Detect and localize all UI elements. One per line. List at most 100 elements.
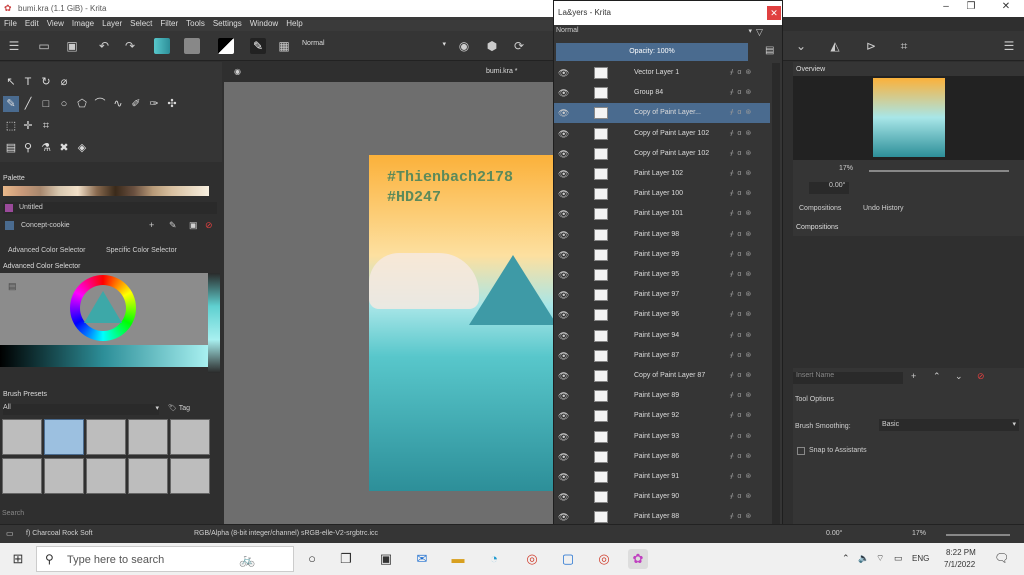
edit-icon[interactable]: ✎ — [169, 220, 177, 231]
brush-search-input[interactable]: Search — [2, 510, 220, 521]
visibility-icon[interactable]: 👁 — [558, 411, 569, 422]
layer-properties-icon[interactable]: ᚋ α ⊛ — [730, 371, 751, 379]
layers-scrollbar[interactable] — [772, 63, 780, 547]
reload-icon[interactable]: ⟳ — [511, 38, 527, 54]
grid-icon[interactable]: ▦ — [276, 38, 292, 54]
hamburger-icon[interactable]: ☰ — [6, 38, 22, 54]
tab-advanced-color-selector[interactable]: Advanced Color Selector — [8, 247, 85, 254]
visibility-icon[interactable]: 👁 — [558, 331, 569, 342]
move-up-icon[interactable]: ⌃ — [933, 371, 941, 382]
visibility-icon[interactable]: 👁 — [558, 68, 569, 79]
layer-row[interactable]: 👁 Paint Layer 100 ᚋ α ⊛ — [554, 184, 770, 204]
line-tool-icon[interactable]: ╱ — [20, 96, 36, 112]
save-palette-icon[interactable]: ▣ — [189, 220, 198, 231]
overview-rotation[interactable]: 0.00° — [809, 182, 849, 194]
brush-tool-icon[interactable]: ✎ — [3, 96, 19, 112]
layer-properties-icon[interactable]: ᚋ α ⊛ — [730, 391, 751, 399]
settings-icon[interactable]: ☰ — [1001, 38, 1017, 54]
settings-small-icon[interactable]: ▤ — [8, 281, 17, 292]
visibility-icon[interactable]: 👁 — [558, 108, 569, 119]
network-icon[interactable]: ⌔ — [876, 553, 884, 564]
clock-date[interactable]: 7/1/2022 — [944, 560, 975, 569]
brush-preset-7[interactable] — [44, 458, 84, 494]
mail-icon[interactable]: ✉ — [412, 549, 432, 569]
mirror-h-icon[interactable]: ◭ — [827, 38, 843, 54]
menu-window[interactable]: Window — [246, 17, 282, 30]
layer-row[interactable]: 👁 Group 84 ᚋ α ⊛ — [554, 83, 770, 103]
dynamic-brush-icon[interactable]: ✑ — [146, 96, 162, 112]
layer-row[interactable]: 👁 Paint Layer 91 ᚋ α ⊛ — [554, 467, 770, 487]
ellipse-tool-icon[interactable]: ○ — [56, 96, 72, 112]
layer-row[interactable]: 👁 Paint Layer 99 ᚋ α ⊛ — [554, 245, 770, 265]
visibility-icon[interactable]: 👁 — [558, 290, 569, 301]
redo-icon[interactable]: ↷ — [122, 38, 138, 54]
visibility-icon[interactable]: 👁 — [558, 310, 569, 321]
text-tool-icon[interactable]: T — [20, 74, 36, 90]
layer-properties-icon[interactable]: ᚋ α ⊛ — [730, 230, 751, 238]
layer-row[interactable]: 👁 Copy of Paint Layer... ᚋ α ⊛ — [554, 103, 770, 124]
chrome-2-icon[interactable]: ◎ — [594, 549, 614, 569]
layer-properties-icon[interactable]: ᚋ α ⊛ — [730, 492, 751, 500]
delete-composition-icon[interactable]: ⊘ — [977, 371, 985, 382]
menu-edit[interactable]: Edit — [21, 17, 43, 30]
visibility-icon[interactable]: 👁 — [558, 250, 569, 261]
layer-row[interactable]: 👁 Paint Layer 97 ᚋ α ⊛ — [554, 285, 770, 305]
brush-filter-select[interactable]: All ▾ — [3, 404, 159, 415]
visibility-icon[interactable]: 👁 — [558, 149, 569, 160]
shade-strip[interactable] — [0, 345, 208, 367]
layer-properties-icon[interactable]: ᚋ α ⊛ — [730, 129, 751, 137]
layer-properties-icon[interactable]: ᚋ α ⊛ — [730, 351, 751, 359]
visibility-icon[interactable]: 👁 — [558, 230, 569, 241]
brush-preset-9[interactable] — [128, 458, 168, 494]
menu-settings[interactable]: Settings — [209, 17, 246, 30]
fill-tool-icon[interactable]: ◈ — [74, 140, 90, 156]
layer-row[interactable]: 👁 Paint Layer 101 ᚋ α ⊛ — [554, 204, 770, 224]
minimize-icon[interactable]: – — [935, 1, 957, 15]
menu-file[interactable]: File — [0, 17, 21, 30]
layer-row[interactable]: 👁 Copy of Paint Layer 87 ᚋ α ⊛ — [554, 366, 770, 386]
snap-checkbox[interactable] — [797, 447, 805, 455]
layer-properties-icon[interactable]: ᚋ α ⊛ — [730, 411, 751, 419]
layer-properties-icon[interactable]: ᚋ α ⊛ — [730, 88, 751, 96]
overview-zoom-slider[interactable] — [869, 170, 1009, 172]
krita-taskbar-icon[interactable]: ✿ — [628, 549, 648, 569]
layer-properties-icon[interactable]: ᚋ α ⊛ — [730, 250, 751, 258]
brush-preset-1[interactable] — [2, 419, 42, 455]
add-icon[interactable]: + — [149, 220, 154, 230]
layer-properties-icon[interactable]: ᚋ α ⊛ — [730, 290, 751, 298]
layer-row[interactable]: 👁 Paint Layer 95 ᚋ α ⊛ — [554, 265, 770, 285]
menu-help[interactable]: Help — [282, 17, 306, 30]
layer-properties-icon[interactable]: ᚋ α ⊛ — [730, 270, 751, 278]
menu-view[interactable]: View — [43, 17, 68, 30]
document-tab[interactable]: bumi.kra * — [486, 68, 518, 75]
transform-tool-icon[interactable]: ⬚ — [3, 118, 19, 134]
layer-row[interactable]: 👁 Copy of Paint Layer 102 ᚋ α ⊛ — [554, 144, 770, 164]
layer-properties-icon[interactable]: ᚋ α ⊛ — [730, 209, 751, 217]
brush-smoothing-select[interactable]: Basic ▾ — [879, 419, 1019, 431]
file-explorer-icon[interactable]: ▬ — [448, 549, 468, 569]
bezier-tool-icon[interactable]: ∿ — [110, 96, 126, 112]
document-canvas[interactable]: #Thienbach2178 #HD247 — [369, 155, 557, 491]
layer-properties-icon[interactable]: ᚋ α ⊛ — [730, 149, 751, 157]
overview-thumbnail[interactable] — [873, 78, 945, 157]
brush-preset-8[interactable] — [86, 458, 126, 494]
visibility-icon[interactable]: 👁 — [558, 452, 569, 463]
gradient-tool-icon[interactable]: ▤ — [3, 140, 19, 156]
brush-preset-icon[interactable]: ✎ — [250, 38, 266, 54]
edge-icon[interactable]: ◔ — [484, 549, 504, 569]
clock-time[interactable]: 8:22 PM — [946, 548, 976, 557]
open-icon[interactable]: ▭ — [36, 38, 52, 54]
language-indicator[interactable]: ENG — [912, 554, 929, 563]
polygon-tool-icon[interactable]: ⬠ — [74, 96, 90, 112]
assistant-tool-icon[interactable]: ✖ — [56, 140, 72, 156]
layer-menu-icon[interactable]: ▤ — [765, 45, 774, 56]
undo-icon[interactable]: ↶ — [96, 38, 112, 54]
eraser-icon[interactable]: ◉ — [456, 38, 472, 54]
rect-tool-icon[interactable]: □ — [38, 96, 54, 112]
sv-triangle[interactable] — [84, 291, 122, 323]
add-composition-icon[interactable]: + — [911, 371, 916, 381]
close-icon[interactable]: ✕ — [995, 1, 1017, 15]
brush-tag-set[interactable]: Concept-cookie — [21, 222, 70, 229]
maximize-icon[interactable]: ❐ — [960, 1, 982, 15]
color-selector-area[interactable]: ▤ — [0, 273, 208, 345]
